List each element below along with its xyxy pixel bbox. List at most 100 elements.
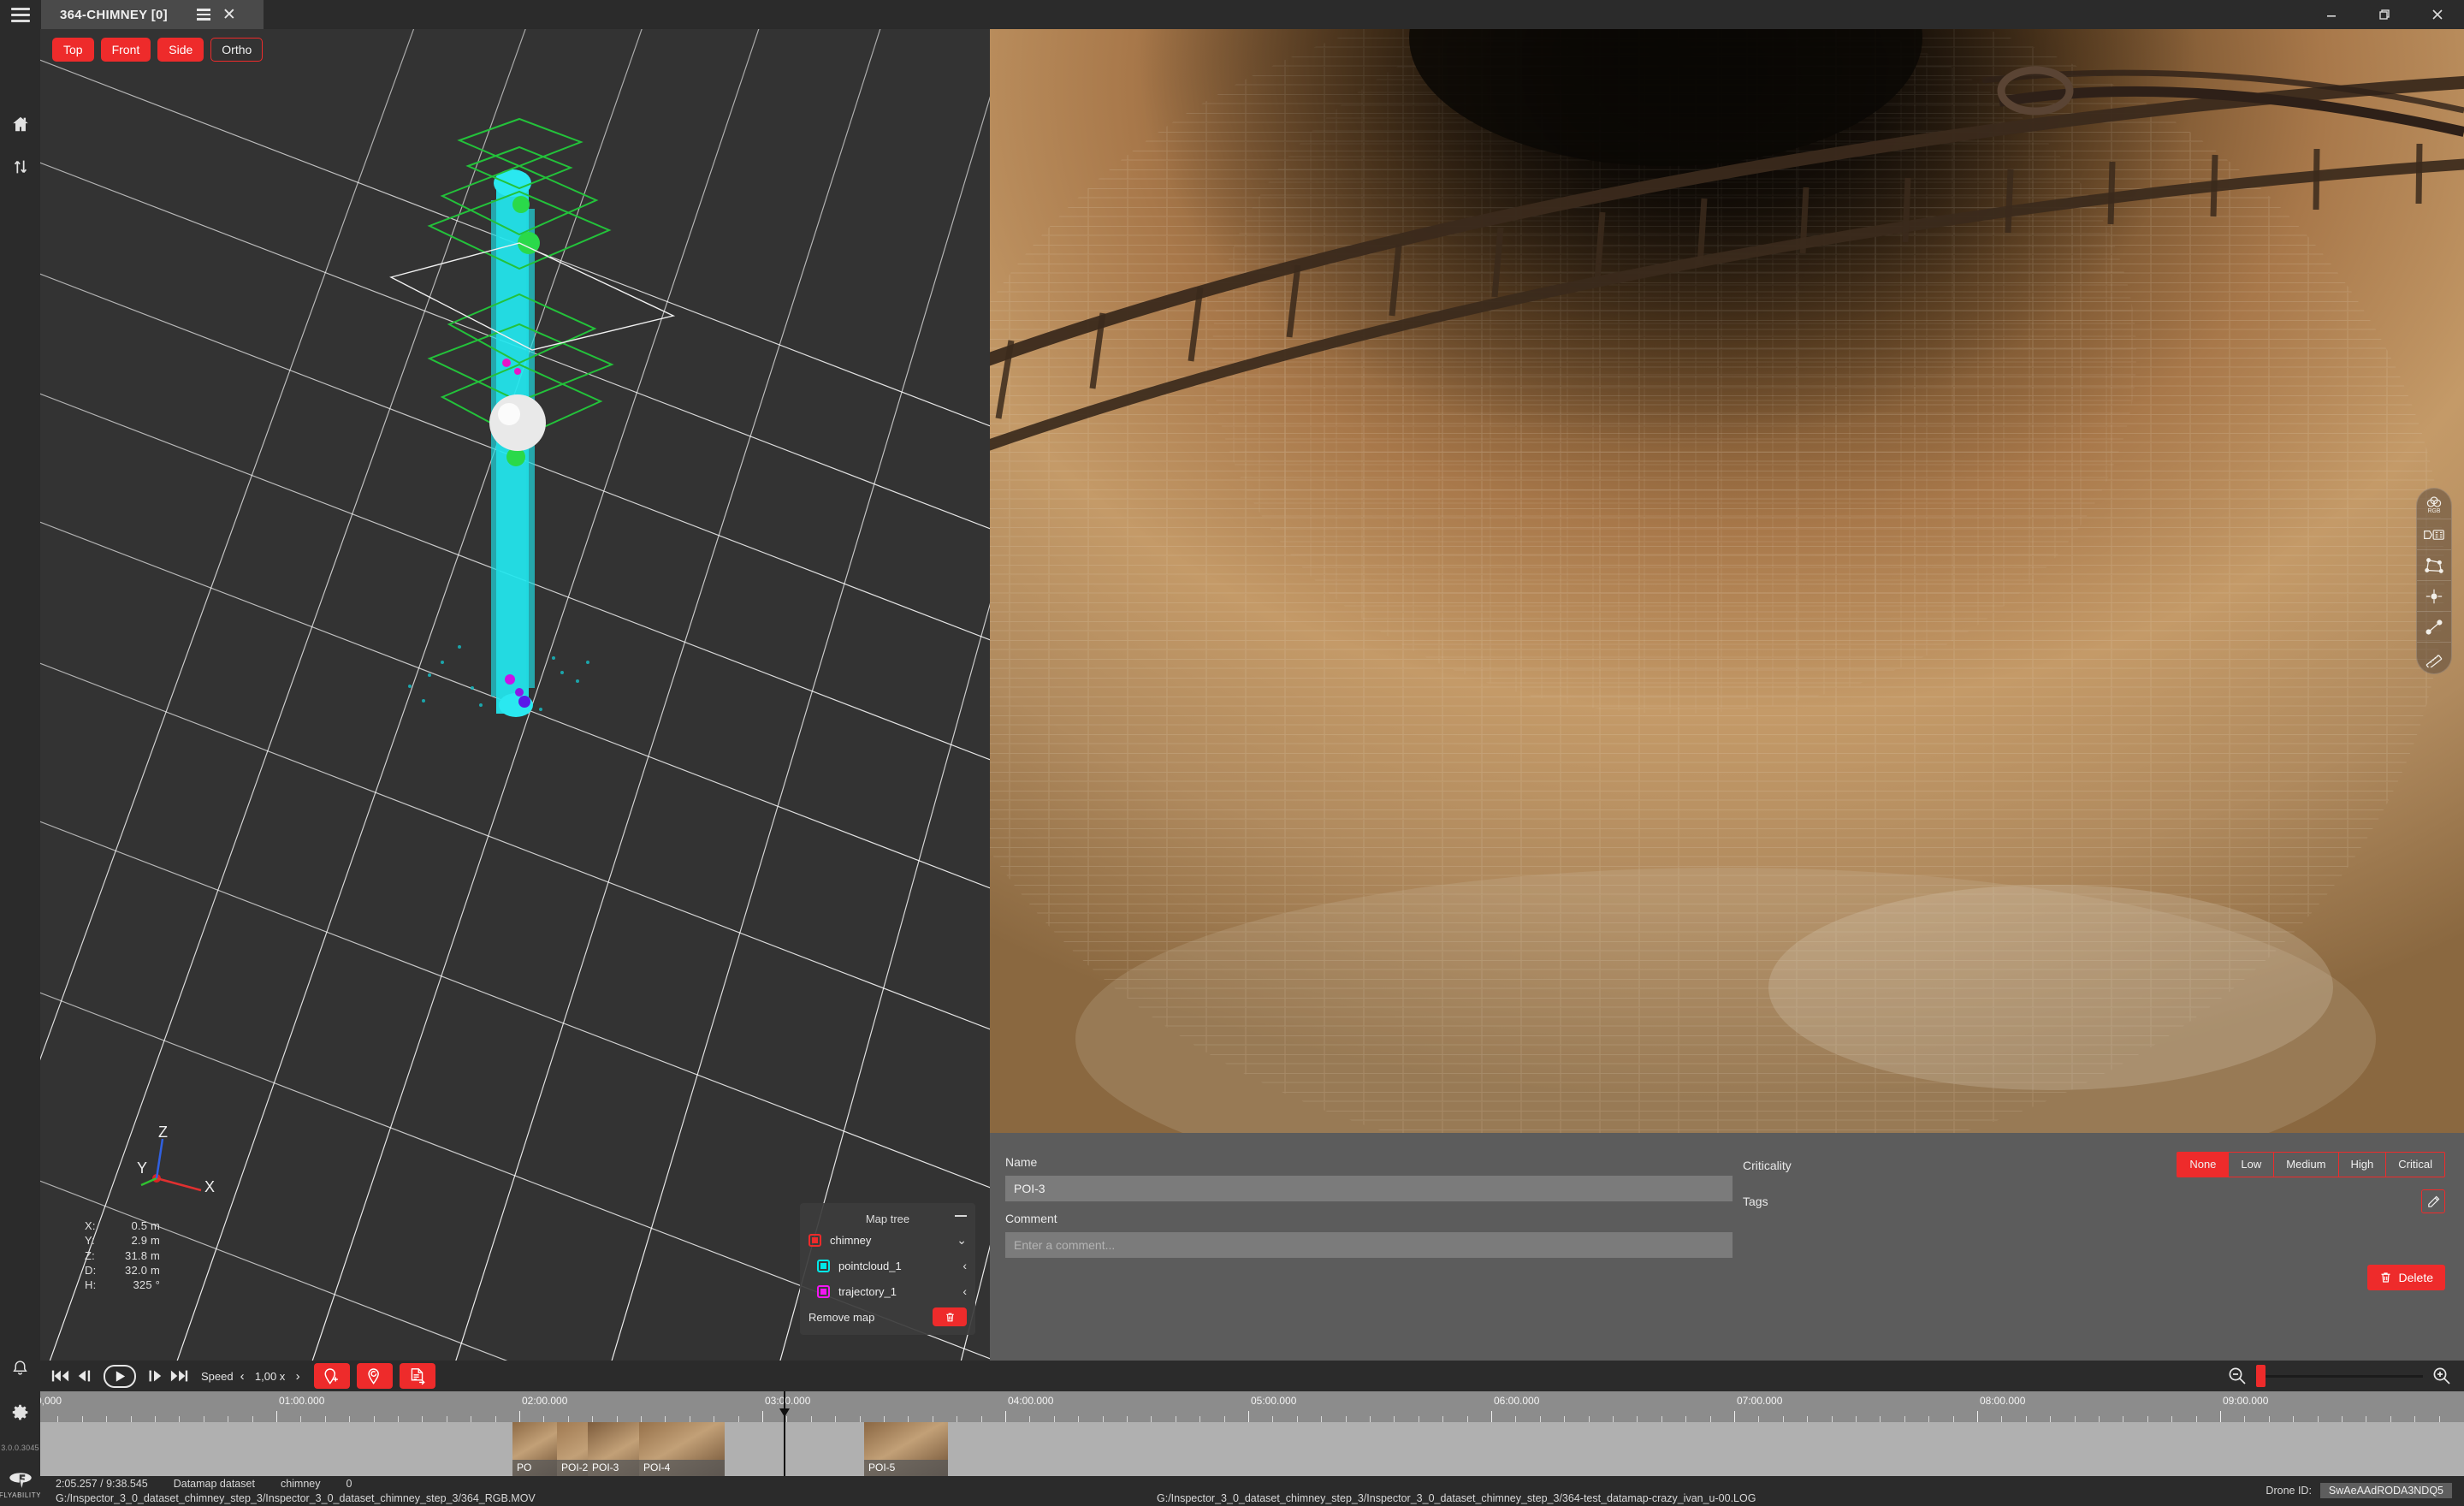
timeline-tick-minor xyxy=(737,1416,739,1422)
view-button-front[interactable]: Front xyxy=(100,38,151,62)
timeline-tick-minor xyxy=(908,1416,909,1422)
rgb-icon[interactable]: RGB xyxy=(2417,489,2451,519)
delete-poi-button[interactable]: Delete xyxy=(2366,1265,2445,1290)
3d-viewport[interactable]: Top Front Side Ortho X Y Z X: 0.5 m Y: 2.9… xyxy=(40,29,990,1361)
timeline-tick-minor xyxy=(1952,1416,1954,1422)
timeline-tick-minor xyxy=(1904,1416,1905,1422)
view-button-top[interactable]: Top xyxy=(52,38,94,62)
criticality-medium-button[interactable]: Medium xyxy=(2274,1153,2339,1177)
criticality-low-button[interactable]: Low xyxy=(2229,1153,2275,1177)
map-tree-label-pointcloud: pointcloud_1 xyxy=(838,1259,902,1272)
document-tab[interactable]: 364-CHIMNEY [0] ✕ xyxy=(41,0,264,29)
add-poi-button[interactable] xyxy=(313,1363,350,1389)
trash-icon xyxy=(2381,1272,2390,1283)
timeline-tick-label: 05:00.000 xyxy=(1251,1395,1297,1407)
timeline-tick-minor xyxy=(1613,1416,1614,1422)
speed-increase-button[interactable]: › xyxy=(289,1369,307,1384)
map-tree-row-trajectory[interactable]: trajectory_1 ‹ xyxy=(808,1278,967,1304)
color-swatch-trajectory[interactable] xyxy=(817,1284,830,1298)
timeline-tick-minor xyxy=(2438,1416,2440,1422)
name-input[interactable] xyxy=(1005,1176,1732,1201)
coord-value-y: 2.9 m xyxy=(131,1234,160,1248)
timeline-poi-card[interactable]: POI-5 xyxy=(864,1422,948,1476)
timeline-ruler[interactable]: 0,000 01:00.000 02:00.000 03:00.000 04:00.00… xyxy=(40,1391,2464,1422)
point-measure-icon[interactable] xyxy=(2417,581,2451,612)
view-button-ortho[interactable]: Ortho xyxy=(210,38,264,62)
color-swatch-chimney[interactable] xyxy=(808,1233,821,1247)
coord-value-z: 31.8 m xyxy=(125,1248,160,1262)
gear-icon[interactable] xyxy=(8,1399,33,1425)
timeline-zoom-handle[interactable] xyxy=(2256,1365,2266,1387)
coord-key-h: H: xyxy=(85,1278,97,1291)
polygon-measure-icon[interactable] xyxy=(2417,550,2451,581)
criticality-high-button[interactable]: High xyxy=(2339,1153,2387,1177)
step-back-button[interactable] xyxy=(73,1365,98,1387)
timeline[interactable]: 0,000 01:00.000 02:00.000 03:00.000 04:00.00… xyxy=(40,1391,2464,1476)
svg-text:Z: Z xyxy=(158,1125,168,1141)
pencil-icon xyxy=(2427,1195,2439,1207)
timeline-tick-minor xyxy=(1831,1416,1833,1422)
pin-refresh-icon xyxy=(368,1367,379,1384)
zoom-out-icon[interactable] xyxy=(2227,1366,2248,1386)
timeline-zoom-slider[interactable] xyxy=(2256,1365,2423,1387)
chevron-left-icon[interactable]: ‹ xyxy=(962,1259,967,1272)
poi-label: PO xyxy=(512,1460,557,1476)
criticality-none-button[interactable]: None xyxy=(2177,1153,2230,1177)
close-icon[interactable]: ✕ xyxy=(222,7,236,23)
timeline-poi-card[interactable]: POI-4 xyxy=(639,1422,725,1476)
timeline-tick-minor xyxy=(592,1416,594,1422)
ir-camera-icon[interactable] xyxy=(2417,519,2451,550)
map-tree-row-chimney[interactable]: chimney ⌄ xyxy=(808,1227,967,1253)
timeline-zoom-track xyxy=(2256,1374,2423,1378)
export-report-button[interactable] xyxy=(399,1363,435,1389)
list-icon[interactable] xyxy=(196,9,210,21)
minimize-button[interactable] xyxy=(2305,0,2358,29)
document-tab-icons: ✕ xyxy=(196,7,236,23)
tags-edit-button[interactable] xyxy=(2421,1189,2445,1213)
timeline-tick-minor xyxy=(859,1416,861,1422)
timeline-tick-minor xyxy=(1102,1416,1104,1422)
timeline-tick-minor xyxy=(1442,1416,1444,1422)
timeline-tick-minor xyxy=(155,1416,156,1422)
home-icon[interactable] xyxy=(8,111,33,137)
timeline-tick-minor xyxy=(2099,1416,2100,1422)
timeline-tick-minor xyxy=(252,1416,253,1422)
chevron-left-icon[interactable]: ‹ xyxy=(962,1284,967,1298)
line-measure-icon[interactable] xyxy=(2417,612,2451,643)
step-forward-button[interactable] xyxy=(141,1365,167,1387)
remove-map-button[interactable] xyxy=(933,1307,967,1326)
ruler-icon[interactable] xyxy=(2417,643,2451,673)
delete-label: Delete xyxy=(2398,1271,2433,1284)
view-button-side[interactable]: Side xyxy=(157,38,204,62)
swap-vertical-icon[interactable] xyxy=(8,154,33,180)
criticality-critical-button[interactable]: Critical xyxy=(2386,1153,2444,1177)
map-tree-row-pointcloud[interactable]: pointcloud_1 ‹ xyxy=(808,1253,967,1278)
image-viewport[interactable]: RGB xyxy=(990,29,2464,1133)
bell-icon[interactable] xyxy=(8,1355,33,1380)
criticality-group: None Low Medium High Critical xyxy=(2177,1152,2445,1177)
color-swatch-pointcloud[interactable] xyxy=(817,1259,830,1272)
status-map-name: chimney xyxy=(280,1478,321,1490)
timeline-tick-minor xyxy=(81,1416,83,1422)
timeline-tick-minor xyxy=(373,1416,375,1422)
close-button[interactable] xyxy=(2411,0,2464,29)
hamburger-menu-icon[interactable] xyxy=(0,0,41,29)
comment-input[interactable] xyxy=(1005,1232,1732,1258)
timeline-poi-track[interactable]: PO POI-2 POI-3 POI-4 POI-5 xyxy=(40,1422,2464,1476)
timeline-tick-minor xyxy=(2171,1416,2173,1422)
zoom-in-icon[interactable] xyxy=(2431,1366,2452,1386)
play-button[interactable] xyxy=(104,1364,136,1388)
map-tree-title: Map tree xyxy=(865,1212,910,1225)
restore-button[interactable] xyxy=(2358,0,2411,29)
skip-to-end-button[interactable] xyxy=(167,1365,192,1387)
skip-to-start-button[interactable] xyxy=(47,1365,73,1387)
minimize-icon[interactable] xyxy=(955,1215,967,1217)
timeline-tick-minor xyxy=(543,1416,545,1422)
poi-history-button[interactable] xyxy=(356,1363,393,1389)
speed-decrease-button[interactable]: ‹ xyxy=(234,1369,252,1384)
timeline-tick-major xyxy=(1491,1411,1492,1422)
timeline-poi-card[interactable]: PO xyxy=(512,1422,557,1476)
timeline-tick-minor xyxy=(324,1416,326,1422)
chevron-down-icon[interactable]: ⌄ xyxy=(957,1233,967,1248)
timeline-playhead[interactable] xyxy=(779,1391,790,1476)
